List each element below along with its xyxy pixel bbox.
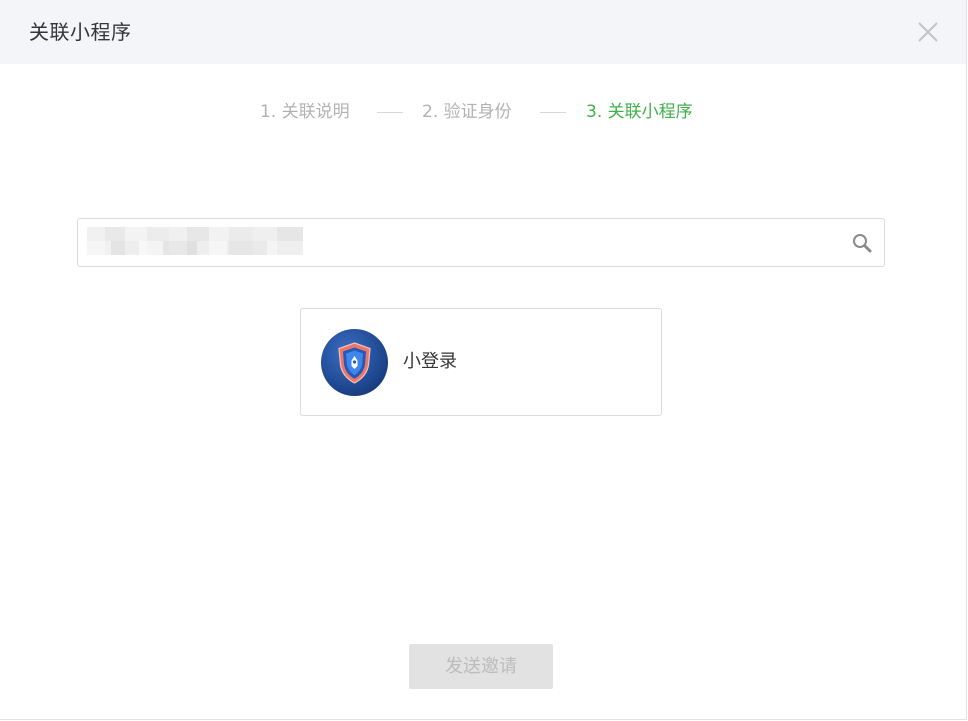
close-icon — [918, 22, 938, 42]
search-value-obscured — [87, 227, 303, 255]
mini-program-name: 小登录 — [403, 351, 457, 372]
dialog: 关联小程序 1. 关联说明 2. 验证身份 3. 关联小程序 小登录 发送邀请 — [0, 0, 967, 720]
mini-program-result-card[interactable]: 小登录 — [300, 308, 662, 416]
step-separator — [540, 112, 566, 113]
search-icon[interactable] — [851, 232, 873, 254]
step-1-label: 1. 关联说明 — [260, 102, 350, 122]
search-input[interactable] — [77, 218, 885, 267]
dialog-title: 关联小程序 — [29, 20, 132, 44]
send-invitation-button[interactable]: 发送邀请 — [409, 644, 553, 689]
step-2-label: 2. 验证身份 — [422, 102, 512, 122]
dialog-header: 关联小程序 — [0, 0, 966, 64]
shield-logo-icon — [321, 329, 388, 396]
close-button[interactable] — [914, 18, 942, 46]
step-3-label: 3. 关联小程序 — [586, 102, 693, 122]
step-indicator: 1. 关联说明 2. 验证身份 3. 关联小程序 — [0, 99, 966, 125]
step-separator — [377, 112, 403, 113]
